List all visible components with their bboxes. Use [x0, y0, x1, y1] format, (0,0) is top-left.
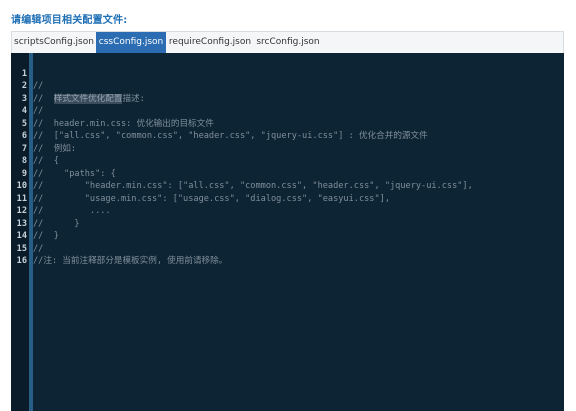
tab-src-config[interactable]: srcConfig.json — [254, 32, 322, 53]
code-line: 1 // — [11, 55, 44, 92]
code-line: 15 //注: 当前注释部分是模板实例, 使用前请移除。 — [11, 230, 228, 267]
selected-text: 样式文件优化配置 — [53, 93, 123, 104]
tab-require-config[interactable]: requireConfig.json — [166, 32, 254, 53]
code-text: // "header.min.css": ["all.css", "common… — [33, 181, 473, 191]
code-line: 6 // 例如: — [11, 118, 76, 154]
config-editor-page: 请编辑项目相关配置文件: scriptsConfig.json cssConfi… — [0, 0, 576, 411]
code-line: 8 // "paths": { — [11, 143, 116, 179]
code-line: 3 // — [11, 80, 44, 117]
code-line: 11 // .... — [11, 180, 111, 217]
code-text: // header.min.css: 优化输出的目标文件 — [33, 118, 214, 129]
code-text: // "paths": { — [33, 168, 116, 179]
code-text: //注: 当前注释部分是模板实例, 使用前请移除。 — [33, 256, 228, 266]
code-text: // "usage.min.css": ["usage.css", "dialo… — [33, 193, 390, 204]
config-file-tabs: scriptsConfig.json cssConfig.json requir… — [11, 31, 564, 53]
code-editor[interactable]: 1 // 2 // 样式文件优化配置描述: 3 // 4 // header.m… — [11, 53, 564, 411]
tab-scripts-config[interactable]: scriptsConfig.json — [12, 32, 96, 53]
code-line: 16 — [11, 243, 42, 266]
code-line: 14 // — [11, 218, 44, 254]
code-line: 4 // header.min.css: 优化输出的目标文件 — [11, 93, 214, 129]
page-title: 请编辑项目相关配置文件: — [11, 15, 128, 26]
code-line: 2 // 样式文件优化配置描述: — [11, 68, 145, 104]
code-line: 7 // { — [11, 130, 59, 167]
line-number: 16 — [16, 256, 27, 266]
code-text-suffix: 描述: — [122, 93, 145, 104]
tab-css-config[interactable]: cssConfig.json — [96, 32, 166, 53]
code-line: 9 // "header.min.css": ["all.css", "comm… — [11, 155, 473, 192]
code-text: // ["all.css", "common.css", "header.css… — [33, 131, 428, 141]
code-line: 10 // "usage.min.css": ["usage.css", "di… — [11, 168, 390, 204]
code-text: // 样式文件优化配置描述: — [33, 93, 145, 106]
code-line: 12 // } — [11, 193, 80, 229]
code-text: // .... — [33, 206, 111, 216]
code-line: 5 // ["all.css", "common.css", "header.c… — [11, 105, 428, 142]
code-line: 13 // } — [11, 205, 59, 242]
